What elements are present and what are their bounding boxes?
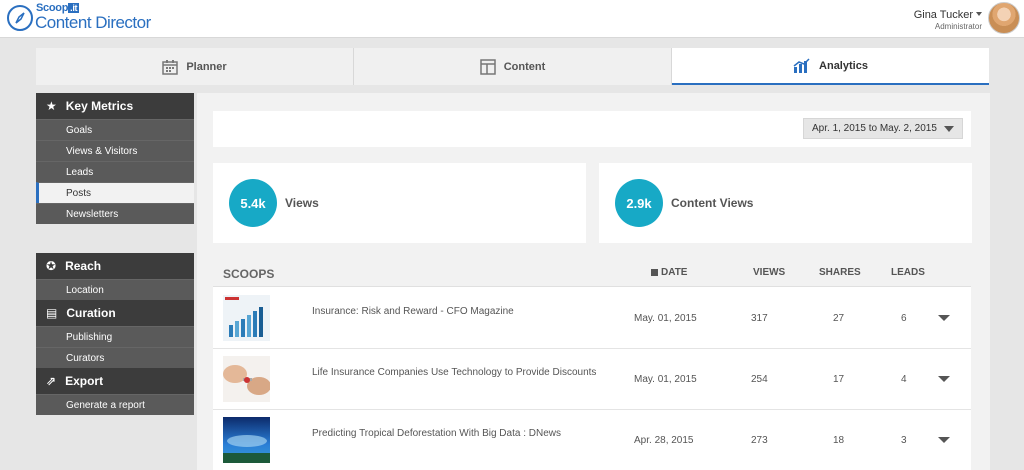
- table-row[interactable]: Predicting Tropical Deforestation With B…: [213, 410, 971, 470]
- column-header-shares[interactable]: SHARES: [819, 267, 861, 278]
- tab-analytics-label: Analytics: [819, 59, 868, 72]
- table-row[interactable]: Life Insurance Companies Use Technology …: [213, 349, 971, 410]
- metric-views-label: Views: [285, 196, 319, 210]
- scoops-title: SCOOPS: [223, 267, 275, 281]
- main-tabs: Planner Content Analytics: [36, 48, 989, 85]
- scoop-shares: 18: [833, 435, 845, 446]
- metric-views-card: 5.4k Views: [213, 163, 586, 243]
- scoops-table: SCOOPS DATE VIEWS SHARES LEADS Insurance…: [213, 259, 971, 470]
- sidebar-item-location[interactable]: Location: [36, 279, 194, 300]
- scoop-title[interactable]: Predicting Tropical Deforestation With B…: [312, 428, 561, 439]
- user-name[interactable]: Gina Tucker: [914, 9, 973, 21]
- table-row[interactable]: Insurance: Risk and Reward - CFO Magazin…: [213, 288, 971, 349]
- sidebar-item-leads[interactable]: Leads: [36, 161, 194, 182]
- top-bar: Scoop .it Content Director Gina Tucker Ad…: [0, 0, 1024, 38]
- sidebar-head-export[interactable]: ⇗ Export: [36, 368, 194, 394]
- column-header-views[interactable]: VIEWS: [753, 267, 785, 278]
- sidebar-item-publishing[interactable]: Publishing: [36, 326, 194, 347]
- sidebar-head-label: Curation: [66, 306, 116, 320]
- scoop-thumbnail-forest[interactable]: [223, 417, 270, 463]
- bar-chart-icon: [793, 57, 810, 73]
- sidebar-head-label: Key Metrics: [65, 99, 134, 113]
- user-role: Administrator: [934, 22, 982, 31]
- sidebar-head-label: Export: [65, 374, 104, 388]
- sidebar-item-posts[interactable]: Posts: [36, 182, 194, 203]
- column-header-leads[interactable]: LEADS: [891, 267, 925, 278]
- metric-content-views-value: 2.9k: [615, 179, 663, 227]
- date-range-label: Apr. 1, 2015 to May. 2, 2015: [812, 123, 937, 134]
- scoop-date: May. 01, 2015: [634, 374, 697, 385]
- sort-icon: [651, 269, 658, 276]
- curation-icon: ▤: [46, 306, 58, 320]
- tab-planner-label: Planner: [186, 60, 227, 73]
- tab-content[interactable]: Content: [354, 48, 672, 85]
- date-range-dropdown[interactable]: Apr. 1, 2015 to May. 2, 2015: [803, 118, 963, 139]
- avatar[interactable]: [988, 2, 1020, 34]
- sidebar-item-views-visitors[interactable]: Views & Visitors: [36, 140, 194, 161]
- sidebar-item-newsletters[interactable]: Newsletters: [36, 203, 194, 224]
- column-header-date-label: DATE: [661, 267, 688, 278]
- main-panel: Apr. 1, 2015 to May. 2, 2015 5.4k Views …: [197, 93, 990, 470]
- tab-planner[interactable]: Planner: [36, 48, 354, 85]
- tab-analytics[interactable]: Analytics: [672, 48, 989, 85]
- scoop-leads: 3: [901, 435, 907, 446]
- scoop-leads: 4: [901, 374, 907, 385]
- sidebar-item-generate-report[interactable]: Generate a report: [36, 394, 194, 415]
- date-bar: Apr. 1, 2015 to May. 2, 2015: [213, 111, 971, 147]
- sidebar-head-label: Reach: [65, 259, 102, 273]
- sidebar-item-goals[interactable]: Goals: [36, 119, 194, 140]
- scoop-title[interactable]: Life Insurance Companies Use Technology …: [312, 367, 596, 378]
- scoop-shares: 17: [833, 374, 845, 385]
- sidebar-head-reach[interactable]: ✪ Reach: [36, 253, 194, 279]
- sidebar-group-key-metrics: ★ Key Metrics Goals Views & Visitors Lea…: [36, 93, 194, 224]
- expand-row-icon[interactable]: [938, 376, 950, 382]
- metric-content-views-label: Content Views: [671, 196, 754, 210]
- scoop-thumbnail-keys[interactable]: [223, 356, 270, 402]
- chevron-down-icon: [944, 126, 954, 132]
- layout-icon: [479, 58, 496, 75]
- scoop-leads: 6: [901, 313, 907, 324]
- metric-content-views-card: 2.9k Content Views: [599, 163, 972, 243]
- tab-content-label: Content: [503, 60, 546, 73]
- star-icon: ★: [46, 99, 57, 113]
- sidebar-head-key-metrics[interactable]: ★ Key Metrics: [36, 93, 194, 119]
- compass-logo-icon[interactable]: [7, 5, 33, 31]
- sidebar-item-curators[interactable]: Curators: [36, 347, 194, 368]
- column-header-date[interactable]: DATE: [651, 267, 687, 278]
- sidebar-head-curation[interactable]: ▤ Curation: [36, 300, 194, 326]
- expand-row-icon[interactable]: [938, 315, 950, 321]
- metric-views-value: 5.4k: [229, 179, 277, 227]
- sidebar-group-reach: ✪ Reach Location ▤ Curation Publishing C…: [36, 253, 194, 415]
- scoop-shares: 27: [833, 313, 845, 324]
- scoop-views: 317: [751, 313, 768, 324]
- scoop-thumbnail-chart[interactable]: [223, 295, 270, 341]
- user-menu-caret-icon[interactable]: [976, 12, 982, 16]
- logo-product-name[interactable]: Content Director: [35, 13, 151, 33]
- scoop-views: 254: [751, 374, 768, 385]
- scoop-title[interactable]: Insurance: Risk and Reward - CFO Magazin…: [312, 306, 514, 317]
- scoop-date: Apr. 28, 2015: [634, 435, 694, 446]
- scoop-views: 273: [751, 435, 768, 446]
- expand-row-icon[interactable]: [938, 437, 950, 443]
- globe-icon: ✪: [46, 259, 57, 273]
- scoops-header: SCOOPS DATE VIEWS SHARES LEADS: [213, 259, 971, 287]
- scoop-date: May. 01, 2015: [634, 313, 697, 324]
- export-icon: ⇗: [46, 374, 57, 388]
- sidebar: ★ Key Metrics Goals Views & Visitors Lea…: [36, 93, 194, 415]
- calendar-icon: [162, 59, 179, 75]
